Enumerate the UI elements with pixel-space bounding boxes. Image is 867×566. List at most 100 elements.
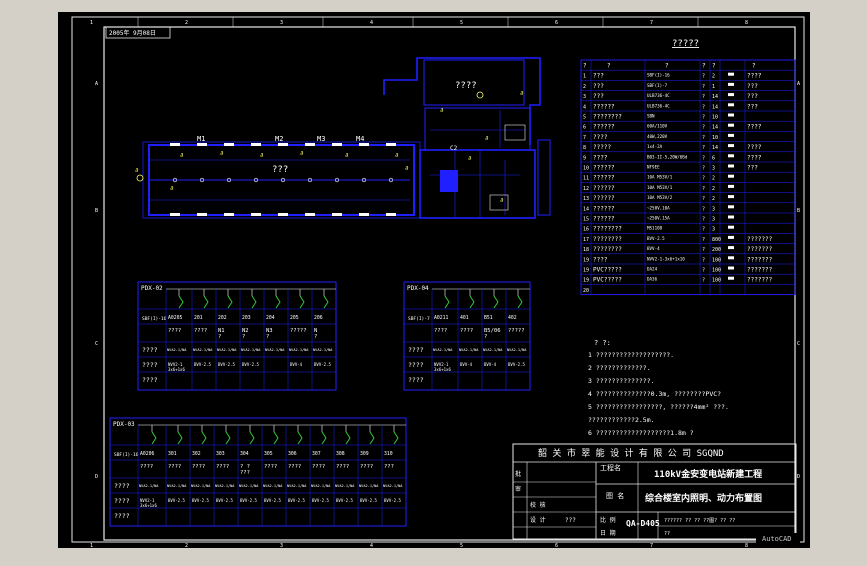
window-mark: [197, 213, 207, 216]
zone-letter: C: [95, 341, 98, 347]
circuit-number: 310: [384, 451, 393, 457]
legend-row-number: 19: [583, 278, 589, 284]
switch-symbol-icon: ∂: [345, 152, 349, 159]
legend-symbol-icon: [728, 123, 734, 127]
date-label: 日 期: [600, 529, 616, 537]
circuit-wire: BVV-2.5: [314, 362, 331, 367]
zone-letter: D: [797, 474, 800, 480]
legend-row-qty: 3: [712, 227, 715, 233]
legend-row-qty: 14: [712, 125, 718, 131]
switch-symbol-icon: ∂: [468, 155, 472, 162]
legend-row-unit: ?: [702, 206, 705, 212]
switch-symbol-icon: ∂: [405, 165, 409, 172]
circuit-purpose: ????: [216, 464, 229, 470]
legend-row-unit: ?: [702, 135, 705, 141]
legend-row-unit: ?: [702, 74, 705, 80]
legend-row-note: ????: [747, 144, 762, 151]
zone-number: 1: [90, 20, 93, 26]
legend-header: ?: [702, 63, 706, 70]
circuit-number: 306: [288, 451, 297, 457]
circuit-purpose: ?????: [508, 328, 525, 334]
circuit-number: 202: [218, 315, 227, 321]
autocad-badge: AutoCAD: [762, 535, 792, 543]
legend-row-model: DA24: [647, 267, 658, 272]
circuit-purpose: ?: [242, 334, 245, 340]
legend-symbol-icon: [728, 103, 734, 107]
legend-symbol-icon: [728, 164, 734, 168]
zone-number: 2: [185, 543, 188, 549]
switch-symbol-icon: ∂: [220, 150, 224, 157]
note-line: ????????????2.5m.: [588, 416, 655, 424]
zone-number: 7: [650, 543, 653, 549]
zone-number: 6: [555, 543, 558, 549]
scale-row: ?????? ?? ?? ??图? ?? ??: [664, 518, 735, 524]
legend-row-model: MS1108: [647, 226, 663, 231]
zone-number: 8: [745, 20, 748, 26]
legend-row-model: DA36: [647, 277, 658, 282]
legend-row-name: ??????: [593, 175, 615, 182]
legend-row-number: 8: [583, 145, 586, 151]
circuit-cable: NVA2-1/NA: [459, 348, 479, 352]
circuit-number: 307: [312, 451, 321, 457]
circuit-cable: NVA2-1/NA: [311, 484, 331, 488]
circuit-wire: BVV-2.5: [288, 498, 305, 503]
panel-row-label: ????: [114, 497, 130, 505]
note-line: 6 ???????????????????1.8m ?: [588, 429, 694, 437]
legend-row-number: 4: [583, 104, 586, 110]
scale-label: 比 例: [600, 516, 616, 524]
note-line: 1 ???????????????????.: [588, 351, 674, 359]
window-mark: [251, 213, 261, 216]
note-line: 2 ?????????????.: [588, 364, 651, 372]
switch-symbol-icon: ∂: [180, 152, 184, 159]
panel-id: PDX-02: [141, 285, 163, 292]
legend-row-model: BVV-4: [647, 246, 660, 251]
legend-row-qty: 2: [712, 196, 715, 202]
circuit-wire: BVV-2.5: [242, 362, 259, 367]
circuit-purpose: ?: [218, 334, 221, 340]
cad-viewport[interactable]: 1122334455667788AABBCCDD 2005年 9月08日 ∂ ∂ ∂…: [0, 0, 867, 562]
window-mark: [197, 143, 207, 146]
zone-number: 1: [90, 543, 93, 549]
legend-row-note: ???: [747, 103, 758, 110]
circuit-wire: BVV-2.5: [168, 498, 185, 503]
legend-row-qty: 200: [712, 247, 721, 253]
legend-row-qty: 2: [712, 186, 715, 192]
circuit-cable: NVA2-1/NA: [167, 348, 187, 352]
circuit-number: 401: [460, 315, 469, 321]
legend-header: ?: [752, 63, 756, 70]
circuit-purpose: ?????: [290, 328, 307, 334]
circuit-number: 302: [192, 451, 201, 457]
legend-row-name: ?????: [593, 144, 611, 151]
switch-symbol-icon: ∂: [300, 150, 304, 157]
legend-header: ?: [583, 63, 587, 70]
window-label-m1: M1: [197, 135, 205, 143]
circuit-wire: BVV-2.5: [508, 362, 525, 367]
legend-row-name: PVC?????: [593, 267, 622, 274]
legend-row-model: SBN: [647, 114, 655, 119]
legend-row-note: ???: [747, 93, 758, 100]
circuit-wire: BVV-2.5: [264, 498, 281, 503]
drawing-sheet[interactable]: 1122334455667788A AB BC CD D 2005年 9月08日 ∂ ∂ ∂…: [0, 0, 867, 562]
legend-row-name: ???: [593, 83, 604, 90]
zone-number: 7: [650, 20, 653, 26]
window-mark: [170, 143, 180, 146]
legend-row-qty: 6: [712, 155, 715, 161]
legend-row-qty: 10: [712, 115, 718, 121]
legend-row-model: B03-II-5,20W/6Bd: [647, 154, 688, 159]
circuit-wire: BVV-2.5: [240, 498, 257, 503]
panel-id: PDX-03: [113, 421, 135, 428]
circuit-number: 301: [168, 451, 177, 457]
zone-number: 3: [280, 20, 283, 26]
circuit-purpose: ?: [314, 334, 317, 340]
panel-row-label: ????: [408, 346, 424, 354]
window-mark: [332, 143, 342, 146]
legend-row-name: ????????: [593, 226, 622, 233]
upper-room-label: ????: [455, 81, 477, 91]
legend-row-note: ???????: [747, 277, 773, 284]
window-mark: [278, 213, 288, 216]
legend-row-qty: 3: [712, 166, 715, 172]
legend-symbol-icon: [728, 184, 734, 188]
legend-row-qty: 3: [712, 206, 715, 212]
circuit-cable: NVA2-1/NA: [383, 484, 403, 488]
legend-row-number: 7: [583, 135, 586, 141]
